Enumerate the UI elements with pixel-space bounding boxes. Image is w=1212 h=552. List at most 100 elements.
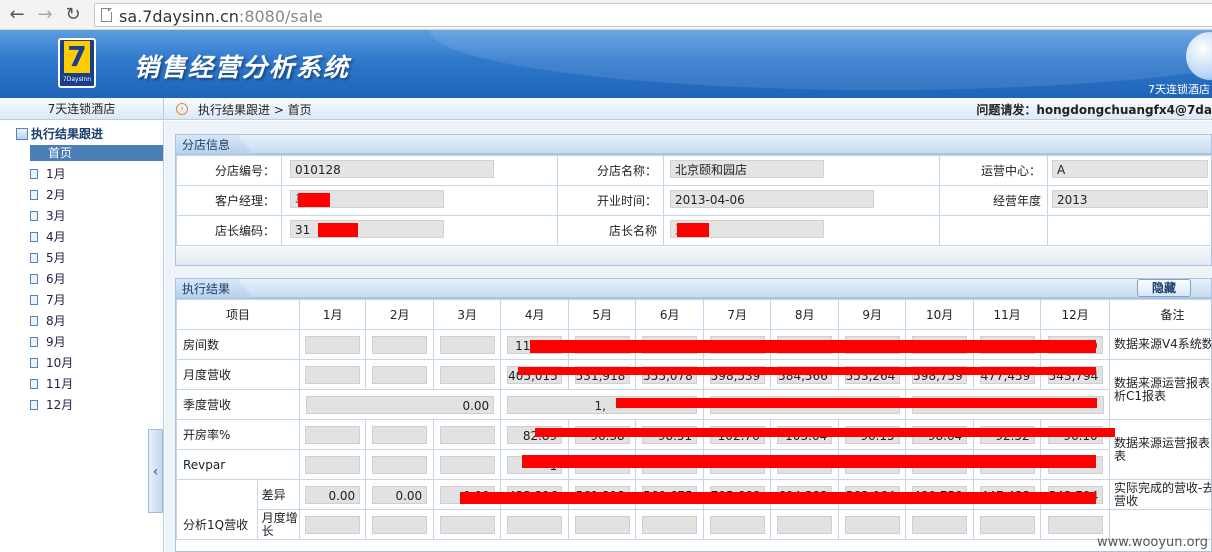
redaction-bar [318,223,358,237]
growth-m9 [844,515,900,534]
sidebar-item-jul[interactable]: 7月 [30,292,163,308]
globe-icon [1186,32,1212,80]
branch-code-label: 分店编号： [176,155,282,186]
redaction-bar [677,223,709,237]
revpar-m2 [372,455,428,474]
redaction-bar [460,492,1096,504]
doc-icon [30,253,38,263]
growth-m3 [439,515,495,534]
forward-arrow-icon[interactable]: → [34,4,56,26]
doc-icon [30,379,38,389]
rooms-m2 [372,335,428,354]
branch-name-field: 北京颐和园店 [670,160,824,178]
sidebar-item-aug[interactable]: 8月 [30,313,163,329]
table-row: 月度增长 [177,509,1211,540]
sidebar-item-sep[interactable]: 9月 [30,334,163,350]
redaction-bar [522,455,1096,468]
sidebar-item-nov[interactable]: 11月 [30,376,163,392]
watermark: www.wooyun.org [1096,535,1208,550]
reload-icon[interactable]: ↻ [62,4,84,26]
folder-icon [16,128,28,140]
row-label-analysis: 分析1Q营收 [176,479,258,540]
chevron-right-icon: › [176,103,188,115]
hotel-name: 7天连锁酒店 [0,98,164,120]
panel-footer [176,247,1211,265]
sidebar-item-apr[interactable]: 4月 [30,229,163,245]
column-header: 7月 [702,299,772,330]
sidebar-item-home[interactable]: 首页 [30,145,163,161]
redaction-bar [616,398,1097,408]
sidebar-item-jun[interactable]: 6月 [30,271,163,287]
ops-center-field: A [1052,160,1208,178]
hide-button[interactable]: 隐藏 [1137,279,1191,297]
doc-icon [30,274,38,284]
rooms-m1 [305,335,361,354]
column-header: 5月 [567,299,637,330]
app-header: 7 7DaysInn 销售经营分析系统 7天连锁酒店 [0,30,1212,98]
year-label: 经营年度 [939,185,1048,216]
doc-icon [30,316,38,326]
sidebar-item-feb[interactable]: 2月 [30,187,163,203]
diff-m2: 0.00 [372,485,428,504]
keeper-name-label: 店长名称 [557,215,664,246]
sidebar-item-may[interactable]: 5月 [30,250,163,266]
redaction-bar [518,367,1096,375]
branch-code-field: 010128 [290,160,494,178]
column-header: 9月 [837,299,907,330]
column-header: 12月 [1040,299,1110,330]
tree-root[interactable]: 执行结果跟进 [16,125,103,142]
row-label-rooms: 房间数 [176,329,300,360]
redaction-bar [298,193,330,207]
growth-m10 [912,515,968,534]
note-diff: 实际完成的营收-去年营收 [1108,479,1211,510]
growth-m8 [777,515,833,534]
branch-name-label: 分店名称： [557,155,664,186]
growth-m5 [574,515,630,534]
sidebar-item-dec[interactable]: 12月 [30,397,163,413]
branch-info-header: 分店信息 [175,134,1212,154]
chevron-left-icon: ‹ [152,464,159,480]
revpar-m1 [305,455,361,474]
branch-info-panel: 分店编号： 010128 分店名称： 北京颐和园店 运营中心： A 客户经理： … [175,154,1212,266]
ops-center-label: 运营中心： [939,155,1048,186]
results-panel: 项目 1月 2月 3月 4月 5月 6月 7月 8月 9月 10月 11月 12… [175,298,1212,552]
collapse-sidebar-button[interactable]: ‹ [148,429,163,513]
back-arrow-icon[interactable]: ← [6,4,28,26]
doc-icon [30,400,38,410]
column-header: 10月 [905,299,974,330]
occ-m1 [305,425,361,444]
column-header: 3月 [432,299,502,330]
manager-label: 客户经理： [176,185,282,216]
feedback-contact: 问题请发：hongdongchuangfx4@7da [976,103,1212,117]
row-label-quarterly: 季度营收 [176,389,300,420]
redaction-bar [535,428,1115,437]
results-header: 执行结果 [175,278,1212,298]
doc-icon [30,358,38,368]
growth-m11 [979,515,1035,534]
growth-m6 [642,515,698,534]
quarter-1: 0.00 [306,395,495,414]
growth-m7 [709,515,765,534]
row-label-growth: 月度增长 [256,509,300,540]
main-content: 分店信息 分店编号： 010128 分店名称： 北京颐和园店 运营中心： A 客… [165,121,1212,552]
keeper-code-label: 店长编码： [176,215,282,246]
brand-name: 7天连锁酒店 [1148,83,1210,96]
year-field: 2013 [1052,190,1208,208]
sidebar-item-jan[interactable]: 1月 [30,166,163,182]
sidebar-item-oct[interactable]: 10月 [30,355,163,371]
revpar-m3 [439,455,495,474]
row-label-diff: 差异 [256,479,300,510]
column-header: 备注 [1108,299,1211,330]
growth-m2 [372,515,428,534]
column-header: 1月 [298,299,367,330]
note-occupancy-revpar: 数据来源运营报表中报表 [1108,419,1211,480]
row-label-revpar: Revpar [176,449,300,480]
rooms-m3 [439,335,495,354]
address-bar[interactable]: sa.7daysinn.cn:8080/sale [94,3,1212,27]
growth-m12 [1047,515,1103,534]
app-title: 销售经营分析系统 [134,53,351,82]
sidebar-item-mar[interactable]: 3月 [30,208,163,224]
doc-icon [30,169,38,179]
table-header-row: 项目 1月 2月 3月 4月 5月 6月 7月 8月 9月 10月 11月 12… [176,299,1211,330]
doc-icon [30,337,38,347]
